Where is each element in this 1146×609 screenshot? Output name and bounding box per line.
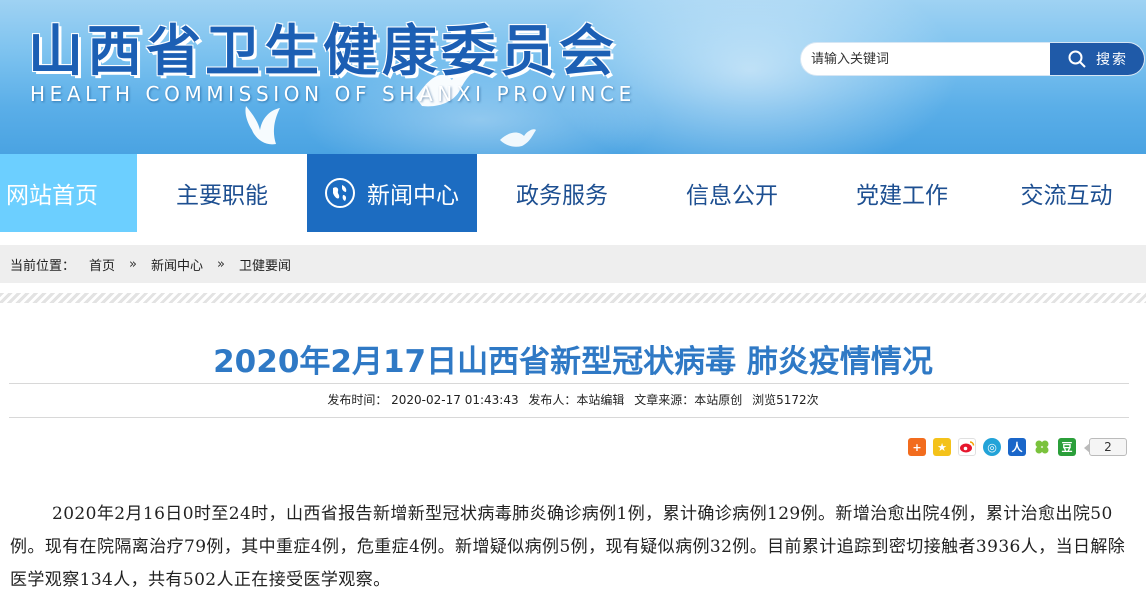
breadcrumb-separator: » xyxy=(217,256,225,272)
nav-item-label: 党建工作 xyxy=(856,183,948,209)
nav-item-label: 交流互动 xyxy=(1020,183,1113,209)
nav-item-label: 网站首页 xyxy=(6,183,98,209)
view-count: 浏览5172次 xyxy=(752,393,819,407)
nav-item-disclosure[interactable]: 信息公开 xyxy=(647,154,817,232)
site-title: 山西省卫生健康委员会 xyxy=(28,19,619,83)
breadcrumb-home-link[interactable]: 首页 xyxy=(89,255,115,274)
article-source: 文章来源：本站原创 xyxy=(634,393,743,407)
search-button[interactable]: 搜索 xyxy=(1050,43,1144,75)
weibo-icon[interactable] xyxy=(958,438,976,456)
nav-item-label: 新闻中心 xyxy=(367,183,459,209)
nav-item-label: 政务服务 xyxy=(516,183,608,209)
title-divider xyxy=(9,383,1129,384)
nav-item-services[interactable]: 政务服务 xyxy=(477,154,647,232)
dove-icon xyxy=(500,129,536,147)
search-icon xyxy=(1068,50,1086,68)
breadcrumb-current-link[interactable]: 卫健要闻 xyxy=(239,255,291,274)
breadcrumb-separator: » xyxy=(129,256,137,272)
meta-divider xyxy=(9,417,1129,418)
publisher: 发布人：本站编辑 xyxy=(528,393,625,407)
breadcrumb-label: 当前位置： xyxy=(10,258,76,274)
search-button-label: 搜索 xyxy=(1096,52,1128,68)
nav-item-label: 信息公开 xyxy=(686,183,778,209)
site-subtitle: HEALTH COMMISSION OF SHANXI PROVINCE xyxy=(30,82,636,106)
renren-icon[interactable]: 人 xyxy=(1008,438,1026,456)
tencent-weibo-icon[interactable]: ◎ xyxy=(983,438,1001,456)
nav-item-home[interactable]: 网站首页 xyxy=(0,154,137,232)
share-count: 2 xyxy=(1084,438,1127,456)
nav-item-label: 主要职能 xyxy=(176,183,268,209)
site-banner: 山西省卫生健康委员会 HEALTH COMMISSION OF SHANXI P… xyxy=(0,0,1146,154)
decorative-divider xyxy=(0,293,1146,303)
kaixin-icon[interactable] xyxy=(1033,438,1051,456)
article-body: 2020年2月16日0时至24时，山西省报告新增新型冠状病毒肺炎确诊病例1例，累… xyxy=(10,504,1126,590)
article-title: 2020年2月17日山西省新型冠状病毒 肺炎疫情情况 xyxy=(213,344,933,380)
share-bar: + ★ ◎ 人 豆 2 xyxy=(908,438,1127,456)
qzone-star-icon[interactable]: ★ xyxy=(933,438,951,456)
breadcrumb: 当前位置： 首页 » 新闻中心 » 卫健要闻 xyxy=(0,245,1146,283)
nav-item-party[interactable]: 党建工作 xyxy=(817,154,987,232)
plus-share-icon[interactable]: + xyxy=(908,438,926,456)
publish-time: 发布时间： 2020-02-17 01:43:43 xyxy=(327,393,519,407)
article-meta: 发布时间： 2020-02-17 01:43:43 发布人：本站编辑 文章来源：… xyxy=(0,391,1146,408)
nav-item-interaction[interactable]: 交流互动 xyxy=(987,154,1146,232)
search-box: 搜索 xyxy=(800,42,1145,76)
douban-icon[interactable]: 豆 xyxy=(1058,438,1076,456)
breadcrumb-news-link[interactable]: 新闻中心 xyxy=(151,255,203,274)
search-input[interactable] xyxy=(801,43,1051,75)
globe-icon xyxy=(325,178,355,208)
main-nav: 网站首页 主要职能 新闻中心 政务服务 信息公开 党建工作 交流互动 xyxy=(0,154,1146,232)
nav-item-news[interactable]: 新闻中心 xyxy=(307,154,477,232)
nav-item-functions[interactable]: 主要职能 xyxy=(137,154,307,232)
